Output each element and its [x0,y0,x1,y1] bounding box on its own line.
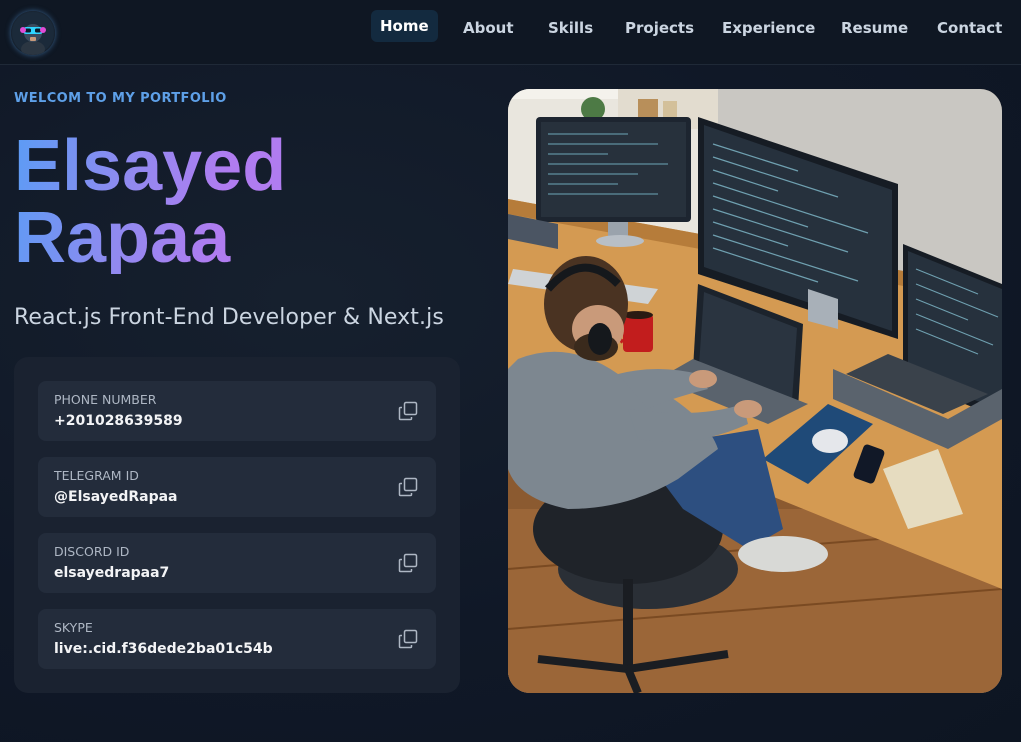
nav-item-about[interactable]: About [463,12,514,44]
nav-item-experience[interactable]: Experience [722,12,815,44]
copy-icon[interactable] [398,553,418,573]
hero-name: Elsayed Rapaa [14,130,286,274]
nav-item-projects[interactable]: Projects [625,12,694,44]
contact-value: @ElsayedRapaa [54,489,178,505]
contact-value: +201028639589 [54,413,183,429]
contact-label: PHONE NUMBER [54,392,157,407]
contact-item-skype: SKYPE live:.cid.f36dede2ba01c54b [38,609,436,669]
nav-item-resume[interactable]: Resume [841,12,908,44]
nav-item-contact[interactable]: Contact [937,12,1002,44]
navbar: Home About Skills Projects Experience Re… [0,0,1021,65]
logo-avatar-icon[interactable] [11,11,55,55]
hero-name-line1: Elsayed [14,126,287,206]
contact-item-discord: DISCORD ID elsayedrapaa7 [38,533,436,593]
copy-icon[interactable] [398,401,418,421]
contact-value: elsayedrapaa7 [54,565,170,581]
nav-item-skills[interactable]: Skills [548,12,593,44]
nav-item-home[interactable]: Home [371,10,438,42]
copy-icon[interactable] [398,629,418,649]
contact-label: SKYPE [54,620,93,635]
contact-value: live:.cid.f36dede2ba01c54b [54,641,273,657]
contact-item-phone: PHONE NUMBER +201028639589 [38,381,436,441]
contact-card: PHONE NUMBER +201028639589 TELEGRAM ID @… [14,357,460,693]
hero-eyebrow: WELCOM TO MY PORTFOLIO [14,91,227,106]
hero-role: React.js Front-End Developer & Next.js [14,305,444,330]
hero-name-line2: Rapaa [14,198,231,278]
copy-icon[interactable] [398,477,418,497]
contact-item-telegram: TELEGRAM ID @ElsayedRapaa [38,457,436,517]
contact-label: DISCORD ID [54,544,130,559]
developer-workspace-illustration-icon [508,89,1002,693]
contact-label: TELEGRAM ID [54,468,139,483]
